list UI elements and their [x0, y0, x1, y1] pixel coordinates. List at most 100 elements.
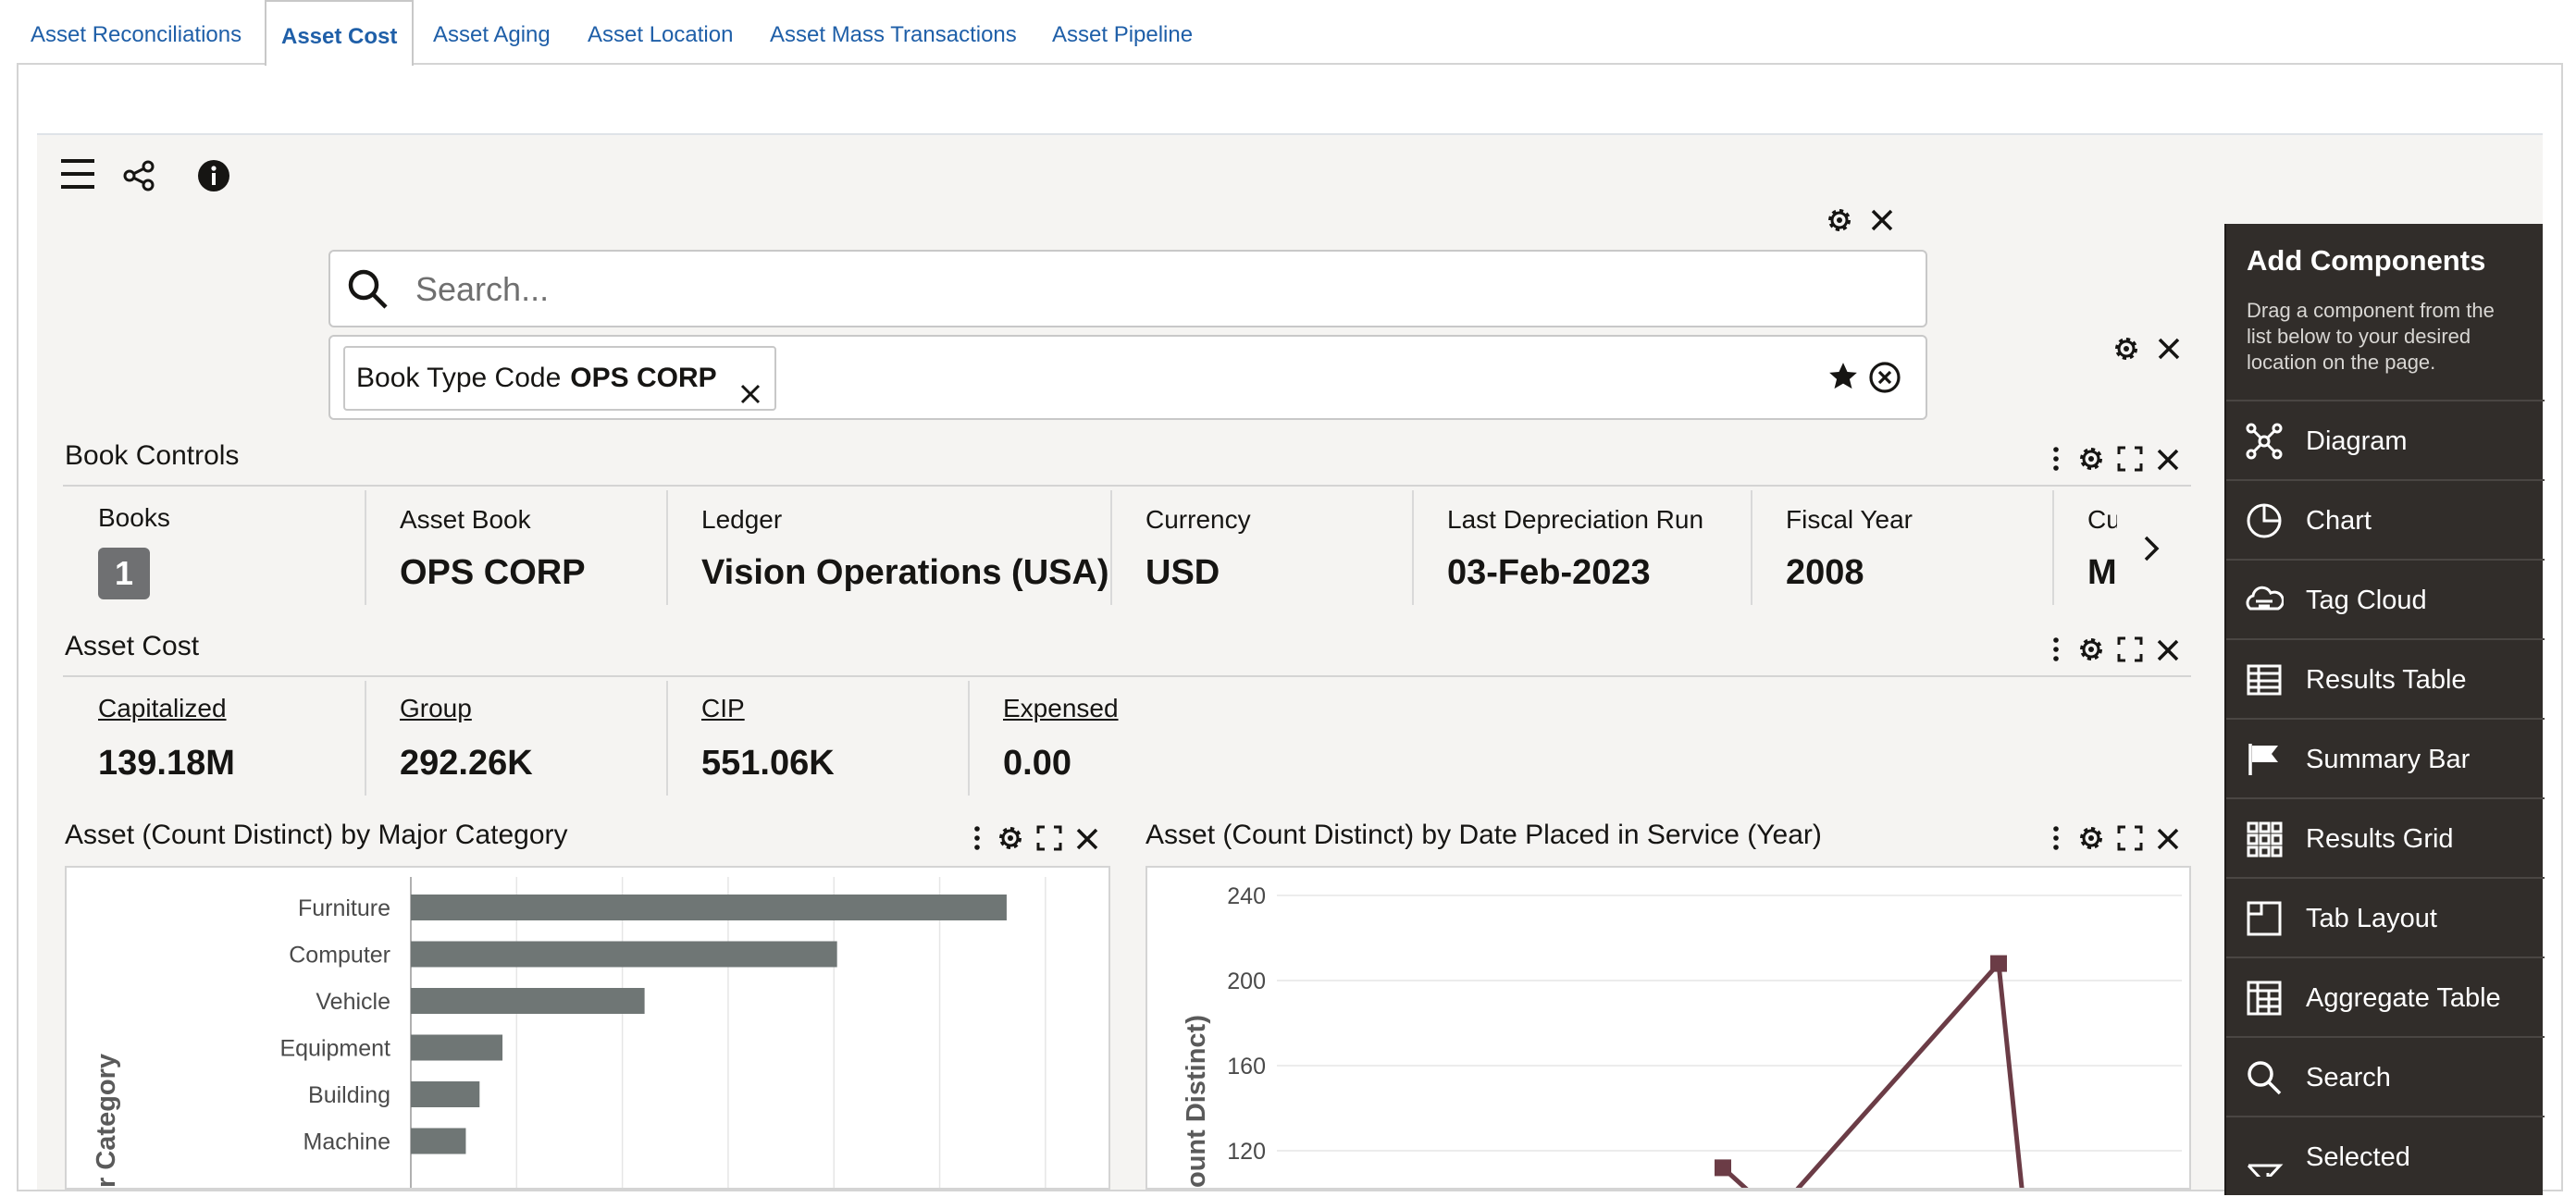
maximize-icon[interactable]	[2117, 825, 2143, 856]
favorite-star-icon[interactable]	[1827, 361, 1859, 397]
y-tick-label: 200	[1227, 969, 1266, 994]
cip-tile[interactable]: CIP 551.06K	[666, 681, 968, 796]
tab-asset-aging[interactable]: Asset Aging	[433, 0, 551, 65]
divider	[63, 485, 2191, 487]
component-summary-bar[interactable]: Summary Bar	[2226, 718, 2545, 797]
category-label: Vehicle	[316, 989, 390, 1015]
chevron-right-icon[interactable]	[2143, 535, 2160, 567]
component-tab-layout[interactable]: Tab Layout	[2226, 877, 2545, 956]
tile-value: 2008	[1786, 553, 1864, 592]
maximize-icon[interactable]	[2117, 636, 2143, 667]
bar-furniture[interactable]	[411, 895, 1007, 920]
expensed-link[interactable]: Expensed	[1003, 694, 1119, 723]
clear-all-icon[interactable]	[1868, 361, 1901, 399]
category-label: Furniture	[298, 895, 390, 921]
settings-gear-icon[interactable]	[2076, 823, 2106, 858]
close-icon[interactable]	[2156, 638, 2180, 667]
component-results-table[interactable]: Results Table	[2226, 638, 2545, 718]
bar-machine[interactable]	[411, 1128, 466, 1154]
capitalized-link[interactable]: Capitalized	[98, 694, 227, 723]
divider	[63, 675, 2191, 677]
tile-value: 03-Feb-2023	[1447, 553, 1651, 592]
y-axis-label: r Category	[92, 1054, 121, 1188]
group-tile[interactable]: Group 292.26K	[365, 681, 666, 796]
search-input[interactable]: Search...	[328, 250, 1927, 327]
more-options-icon[interactable]	[2050, 823, 2062, 858]
bar-chart-title: Asset (Count Distinct) by Major Category	[65, 820, 568, 850]
component-search[interactable]: Search	[2226, 1036, 2545, 1116]
tab-asset-reconciliations[interactable]: Asset Reconciliations	[31, 0, 242, 65]
cip-link[interactable]: CIP	[701, 694, 745, 723]
component-selected[interactable]: Selected	[2226, 1116, 2545, 1195]
search-icon	[2245, 1058, 2284, 1097]
bar-vehicle[interactable]	[411, 988, 645, 1014]
line-chart: 240 200 160 120 ount Distinct)	[1182, 883, 2182, 1197]
tile-value: 139.18M	[98, 744, 235, 783]
settings-gear-icon[interactable]	[2076, 444, 2106, 478]
group-link[interactable]: Group	[400, 694, 472, 723]
asset-book-tile[interactable]: Asset Book OPS CORP	[365, 490, 666, 605]
category-label: Equipment	[279, 1036, 390, 1062]
fiscal-year-tile[interactable]: Fiscal Year 2008	[1751, 490, 2052, 605]
books-count-badge[interactable]: 1	[98, 548, 150, 599]
info-icon[interactable]	[194, 156, 233, 195]
component-label: Aggregate Table	[2306, 983, 2501, 1013]
maximize-icon[interactable]	[2117, 446, 2143, 476]
more-options-icon[interactable]	[972, 823, 983, 858]
close-icon[interactable]	[2156, 448, 2180, 476]
maximize-icon[interactable]	[1036, 825, 1062, 856]
close-icon[interactable]	[1865, 204, 1899, 237]
more-options-icon[interactable]	[2050, 444, 2062, 478]
settings-gear-icon[interactable]	[996, 823, 1025, 858]
currency-tile[interactable]: Currency USD	[1110, 490, 1412, 605]
tile-label: Asset Book	[400, 505, 531, 534]
filter-chip[interactable]: Book Type Code OPS CORP	[343, 346, 776, 411]
component-label: Tag Cloud	[2306, 586, 2427, 615]
remove-filter-icon[interactable]	[739, 366, 762, 427]
more-options-icon[interactable]	[2050, 635, 2062, 669]
bar-chart-panel: Furniture Computer Vehicle Equipment Buildin…	[65, 866, 1110, 1190]
close-icon[interactable]	[1075, 827, 1099, 856]
series-line	[1721, 957, 2025, 1197]
capitalized-tile[interactable]: Capitalized 139.18M	[65, 681, 365, 796]
results-grid-icon	[2245, 820, 2284, 858]
bar-chart: Furniture Computer Vehicle Equipment Buildin…	[92, 877, 1046, 1188]
menu-icon[interactable]	[57, 154, 98, 194]
settings-gear-icon[interactable]	[2110, 332, 2143, 365]
book-controls-title: Book Controls	[65, 440, 240, 471]
data-point[interactable]	[1990, 955, 2007, 972]
filter-icon	[2245, 1138, 2284, 1182]
bar-equipment[interactable]	[411, 1034, 503, 1061]
ledger-tile[interactable]: Ledger Vision Operations (USA)	[666, 490, 1110, 605]
settings-gear-icon[interactable]	[1823, 204, 1856, 237]
bar-building[interactable]	[411, 1081, 480, 1107]
settings-gear-icon[interactable]	[2076, 635, 2106, 669]
bar-computer[interactable]	[411, 941, 837, 968]
tab-asset-pipeline[interactable]: Asset Pipeline	[1052, 0, 1193, 65]
component-label: Selected	[2306, 1142, 2410, 1172]
tile-value: Vision Operations (USA)	[701, 553, 1109, 592]
component-aggregate-table[interactable]: Aggregate Table	[2226, 956, 2545, 1036]
component-label: Results Grid	[2306, 824, 2454, 854]
tab-asset-location[interactable]: Asset Location	[588, 0, 733, 65]
component-diagram[interactable]: Diagram	[2226, 400, 2545, 479]
expensed-tile[interactable]: Expensed 0.00	[968, 681, 1269, 796]
component-tag-cloud[interactable]: Tag Cloud	[2226, 559, 2545, 638]
component-results-grid[interactable]: Results Grid	[2226, 797, 2545, 877]
close-icon[interactable]	[2152, 332, 2186, 365]
truncated-tile[interactable]: Cu M	[2052, 490, 2117, 605]
component-label: Results Table	[2306, 665, 2467, 695]
component-chart[interactable]: Chart	[2226, 479, 2545, 559]
tab-asset-cost[interactable]: Asset Cost	[265, 0, 415, 66]
last-depreciation-run-tile[interactable]: Last Depreciation Run 03-Feb-2023	[1412, 490, 1751, 605]
tab-asset-mass-transactions[interactable]: Asset Mass Transactions	[770, 0, 1017, 65]
share-icon[interactable]	[120, 157, 157, 194]
tile-value: OPS CORP	[400, 553, 586, 592]
tile-label: Ledger	[701, 505, 783, 534]
filter-bar[interactable]: Book Type Code OPS CORP	[328, 335, 1927, 420]
close-icon[interactable]	[2156, 827, 2180, 856]
tile-value: 292.26K	[400, 744, 533, 783]
component-label: Summary Bar	[2306, 745, 2471, 774]
books-label: Books	[98, 503, 170, 532]
data-point[interactable]	[1715, 1159, 1731, 1177]
